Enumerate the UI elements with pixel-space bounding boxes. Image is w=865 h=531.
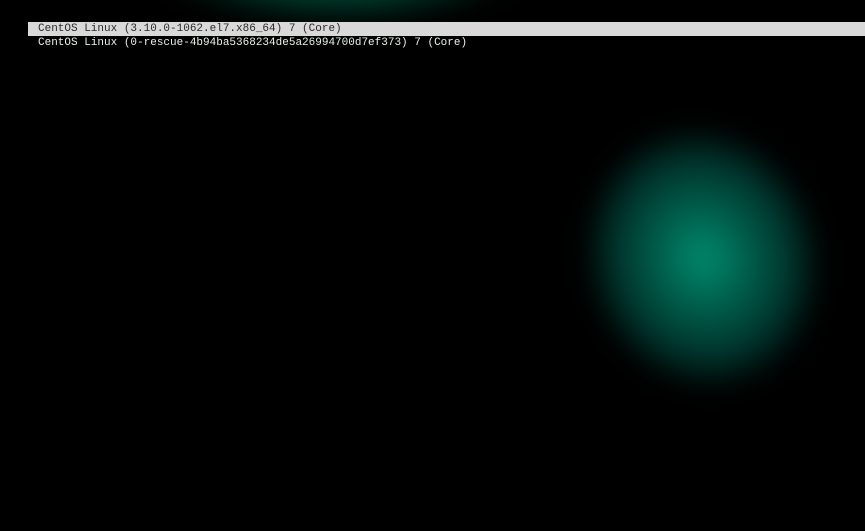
help-text: Use the ↑ and ↓ keys to change the selec… <box>28 0 477 12</box>
boot-entry-rescue[interactable]: CentOS Linux (0-rescue-4b94ba5368234de5a… <box>28 36 865 50</box>
boot-menu[interactable]: CentOS Linux (3.10.0-1062.el7.x86_64) 7 … <box>28 22 865 50</box>
boot-entry-selected[interactable]: CentOS Linux (3.10.0-1062.el7.x86_64) 7 … <box>28 22 865 36</box>
